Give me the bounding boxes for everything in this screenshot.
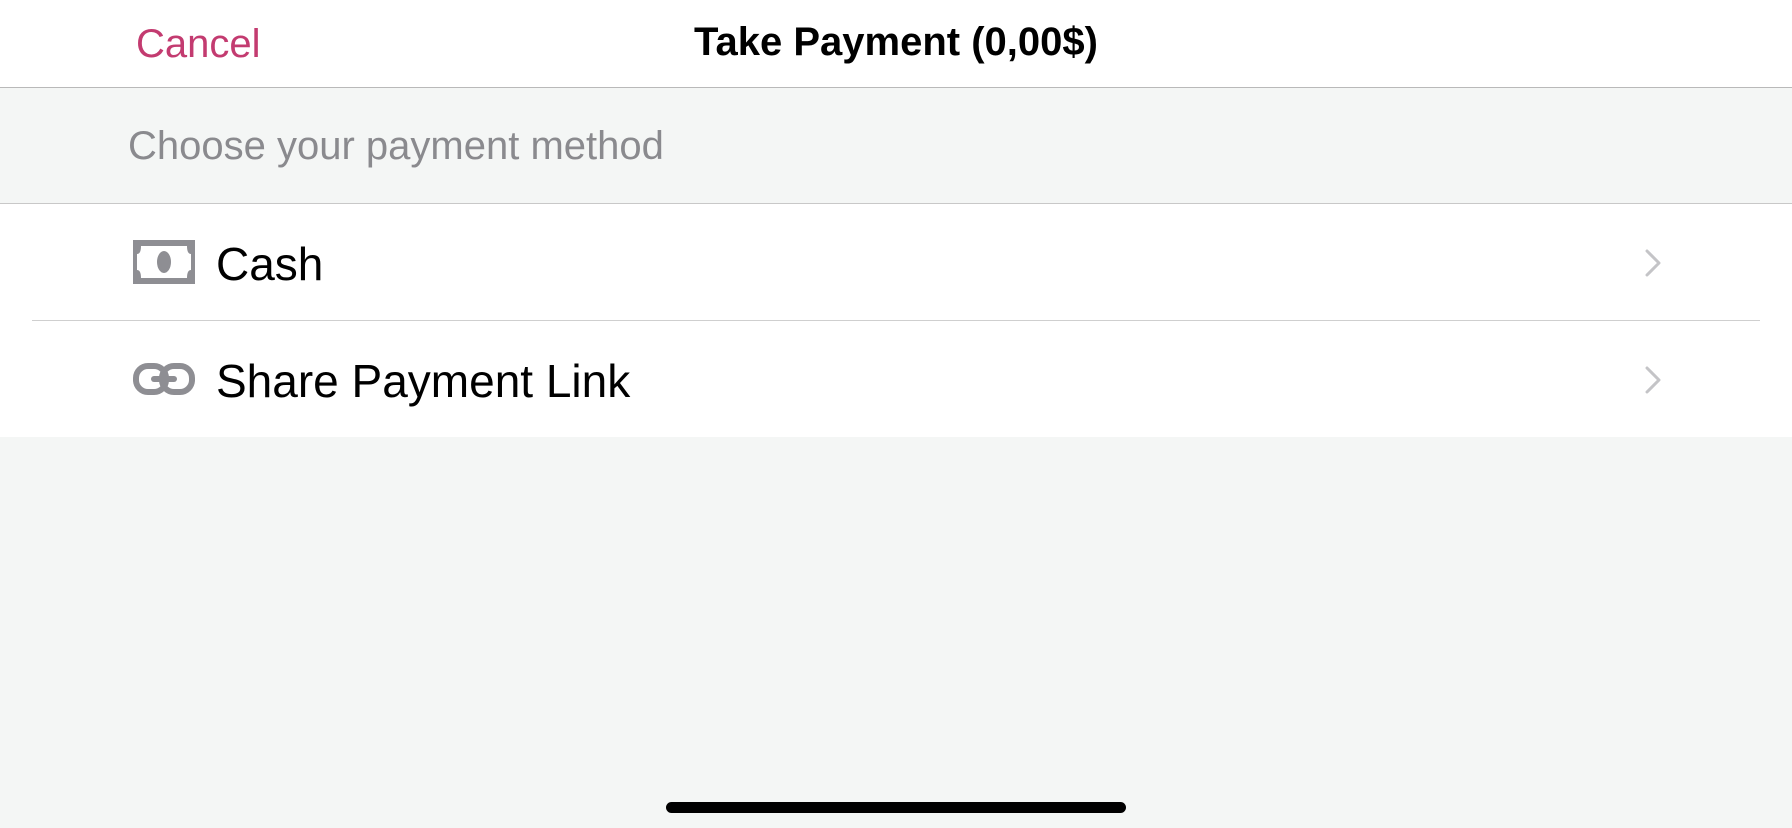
section-header: Choose your payment method (0, 88, 1792, 204)
payment-method-label: Cash (216, 238, 324, 290)
payment-method-cash[interactable]: Cash (0, 204, 1792, 321)
payment-method-share-link[interactable]: Share Payment Link (0, 321, 1792, 437)
navigation-bar: Cancel Take Payment (0,00$) (0, 0, 1792, 88)
payment-method-list: Cash Share Payment Link (0, 204, 1792, 437)
link-icon (133, 363, 195, 395)
payment-method-label: Share Payment Link (216, 355, 631, 407)
chevron-right-icon (1645, 249, 1661, 277)
chevron-right-icon (1645, 366, 1661, 394)
banknote-icon (133, 240, 195, 284)
section-header-label: Choose your payment method (128, 124, 664, 168)
page-title: Take Payment (0,00$) (694, 20, 1098, 64)
home-indicator[interactable] (666, 802, 1126, 813)
